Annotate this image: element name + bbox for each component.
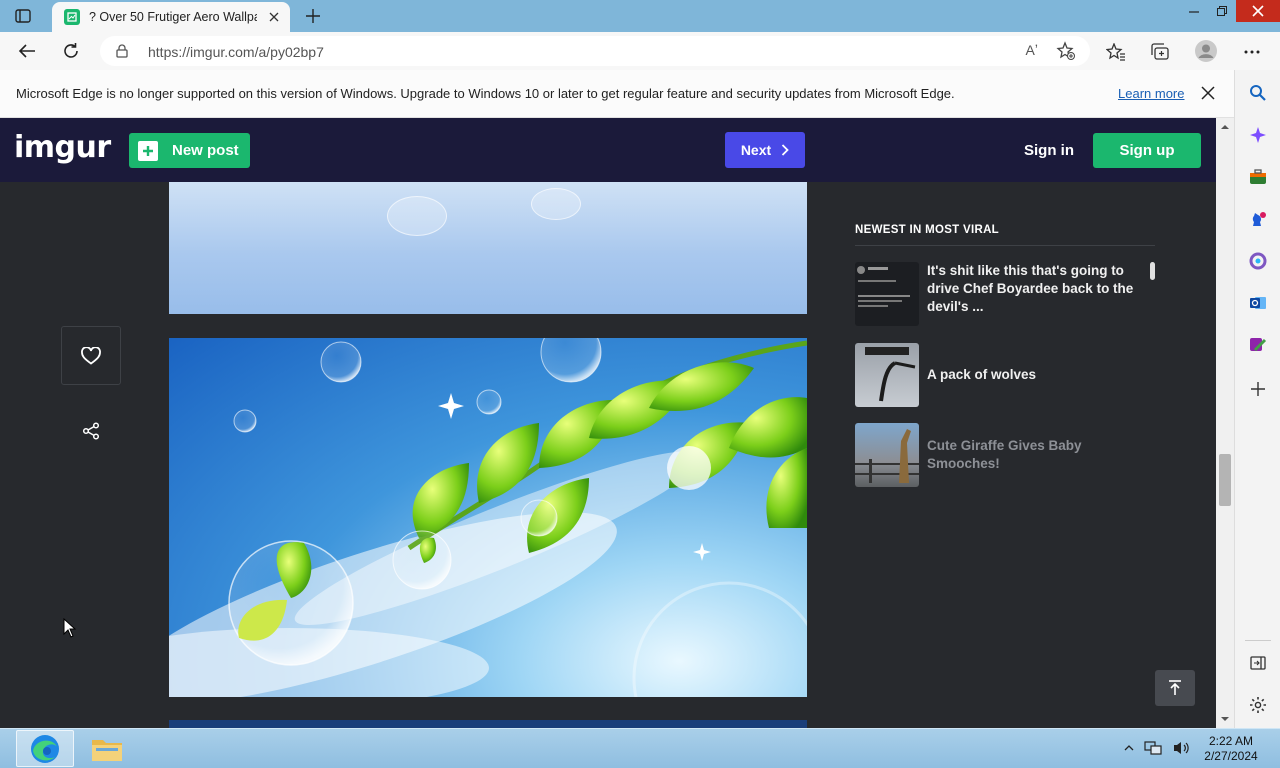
next-label: Next bbox=[740, 142, 772, 158]
most-viral-heading: NEWEST IN MOST VIRAL bbox=[855, 224, 1155, 246]
back-to-top-button[interactable] bbox=[1155, 670, 1195, 706]
page-scrollbar[interactable] bbox=[1216, 118, 1234, 728]
volume-icon[interactable] bbox=[1172, 740, 1190, 756]
network-icon[interactable] bbox=[1144, 740, 1162, 756]
learn-more-link[interactable]: Learn more bbox=[1118, 86, 1184, 101]
url-text[interactable]: https://imgur.com/a/py02bp7 bbox=[148, 44, 324, 60]
new-post-button[interactable]: New post bbox=[129, 133, 250, 168]
sign-up-button[interactable]: Sign up bbox=[1093, 133, 1201, 168]
restore-icon[interactable] bbox=[1208, 0, 1236, 22]
drop-designer-icon[interactable] bbox=[1247, 334, 1269, 356]
sidebar-divider bbox=[1245, 640, 1271, 641]
wallpaper-artwork bbox=[169, 338, 807, 697]
scroll-up-arrow-icon[interactable] bbox=[1220, 122, 1230, 132]
browser-tab[interactable]: ? Over 50 Frutiger Aero Wallpapers bbox=[52, 2, 290, 32]
microsoft-365-icon[interactable] bbox=[1247, 250, 1269, 272]
like-button[interactable] bbox=[61, 326, 121, 385]
taskbar-file-explorer-icon[interactable] bbox=[78, 730, 136, 767]
post-image-next[interactable] bbox=[169, 720, 807, 728]
chevron-right-icon bbox=[782, 144, 789, 156]
profile-avatar[interactable] bbox=[1195, 40, 1217, 62]
viral-item[interactable]: A pack of wolves bbox=[855, 343, 1155, 407]
search-icon[interactable] bbox=[1247, 82, 1269, 104]
plus-icon bbox=[138, 140, 158, 161]
share-icon[interactable] bbox=[80, 420, 102, 442]
hide-sidebar-icon[interactable] bbox=[1247, 652, 1269, 674]
window-controls bbox=[1180, 0, 1280, 22]
bubble-decoration bbox=[531, 188, 581, 220]
tab-close-icon[interactable] bbox=[266, 9, 282, 25]
viral-item-title[interactable]: A pack of wolves bbox=[927, 366, 1142, 384]
tools-briefcase-icon[interactable] bbox=[1247, 166, 1269, 188]
unsupported-os-infobar: Microsoft Edge is no longer supported on… bbox=[0, 70, 1234, 118]
scrollbar-thumb[interactable] bbox=[1219, 454, 1231, 506]
address-field[interactable]: https://imgur.com/a/py02bp7 Aʼ bbox=[100, 36, 1090, 66]
window-close-icon[interactable] bbox=[1236, 0, 1280, 22]
next-button[interactable]: Next bbox=[725, 132, 805, 168]
collections-icon[interactable] bbox=[1149, 41, 1171, 63]
viral-thumbnail bbox=[855, 262, 919, 326]
viral-item-title[interactable]: It's shit like this that's going to driv… bbox=[927, 262, 1142, 316]
sidebar-settings-gear-icon[interactable] bbox=[1247, 694, 1269, 716]
post-image-sky[interactable] bbox=[169, 182, 807, 314]
more-options-icon[interactable] bbox=[1241, 41, 1263, 63]
viral-item[interactable]: Cute Giraffe Gives Baby Smooches! bbox=[855, 423, 1155, 487]
windows-taskbar: 2:22 AM 2/27/2024 bbox=[0, 728, 1280, 768]
imgur-header: imgur New post Next Sign in Sign up bbox=[0, 118, 1216, 182]
show-hidden-icons-icon[interactable] bbox=[1124, 744, 1134, 752]
taskbar-clock[interactable]: 2:22 AM 2/27/2024 bbox=[1196, 734, 1266, 764]
arrow-up-icon bbox=[1169, 680, 1181, 695]
viral-thumbnail bbox=[855, 343, 919, 407]
system-tray bbox=[1124, 740, 1190, 756]
edge-sidebar bbox=[1234, 70, 1280, 728]
lock-icon[interactable] bbox=[116, 44, 128, 63]
address-toolbar: https://imgur.com/a/py02bp7 Aʼ bbox=[0, 32, 1280, 70]
viral-item[interactable]: It's shit like this that's going to driv… bbox=[855, 262, 1155, 326]
viral-item-title[interactable]: Cute Giraffe Gives Baby Smooches! bbox=[927, 437, 1142, 473]
imgur-logo[interactable]: imgur bbox=[14, 130, 111, 165]
favorites-icon[interactable] bbox=[1105, 41, 1127, 63]
games-chess-icon[interactable] bbox=[1247, 208, 1269, 230]
minimize-icon[interactable] bbox=[1180, 0, 1208, 22]
add-favorite-icon[interactable] bbox=[1056, 41, 1076, 66]
heart-icon bbox=[81, 346, 101, 365]
sign-in-link[interactable]: Sign in bbox=[1024, 142, 1074, 159]
tab-title: ? Over 50 Frutiger Aero Wallpapers bbox=[89, 10, 257, 24]
bubble-decoration bbox=[387, 196, 447, 236]
refresh-icon[interactable] bbox=[58, 39, 84, 63]
scroll-down-arrow-icon[interactable] bbox=[1220, 714, 1230, 724]
tab-actions-icon[interactable] bbox=[10, 6, 36, 26]
viral-thumbnail bbox=[855, 423, 919, 487]
new-tab-icon[interactable] bbox=[302, 5, 324, 27]
mouse-cursor-icon bbox=[63, 618, 77, 638]
clock-date: 2/27/2024 bbox=[1204, 749, 1258, 763]
post-image-leaves-butterfly[interactable] bbox=[169, 338, 807, 697]
page-viewport: imgur New post Next Sign in Sign up NEWE… bbox=[0, 118, 1216, 728]
imgur-favicon-icon bbox=[64, 9, 80, 25]
new-post-label: New post bbox=[172, 142, 239, 159]
add-sidebar-app-icon[interactable] bbox=[1247, 378, 1269, 400]
clock-time: 2:22 AM bbox=[1208, 734, 1254, 748]
infobar-message: Microsoft Edge is no longer supported on… bbox=[16, 86, 955, 101]
back-arrow-icon[interactable] bbox=[14, 39, 40, 63]
taskbar-edge-icon[interactable] bbox=[16, 730, 74, 767]
infobar-close-icon[interactable] bbox=[1200, 85, 1216, 106]
read-aloud-icon[interactable]: Aʼ bbox=[1026, 42, 1038, 58]
tab-strip: ? Over 50 Frutiger Aero Wallpapers bbox=[0, 0, 1280, 32]
copilot-sparkle-icon[interactable] bbox=[1247, 124, 1269, 146]
outlook-icon[interactable] bbox=[1247, 292, 1269, 314]
